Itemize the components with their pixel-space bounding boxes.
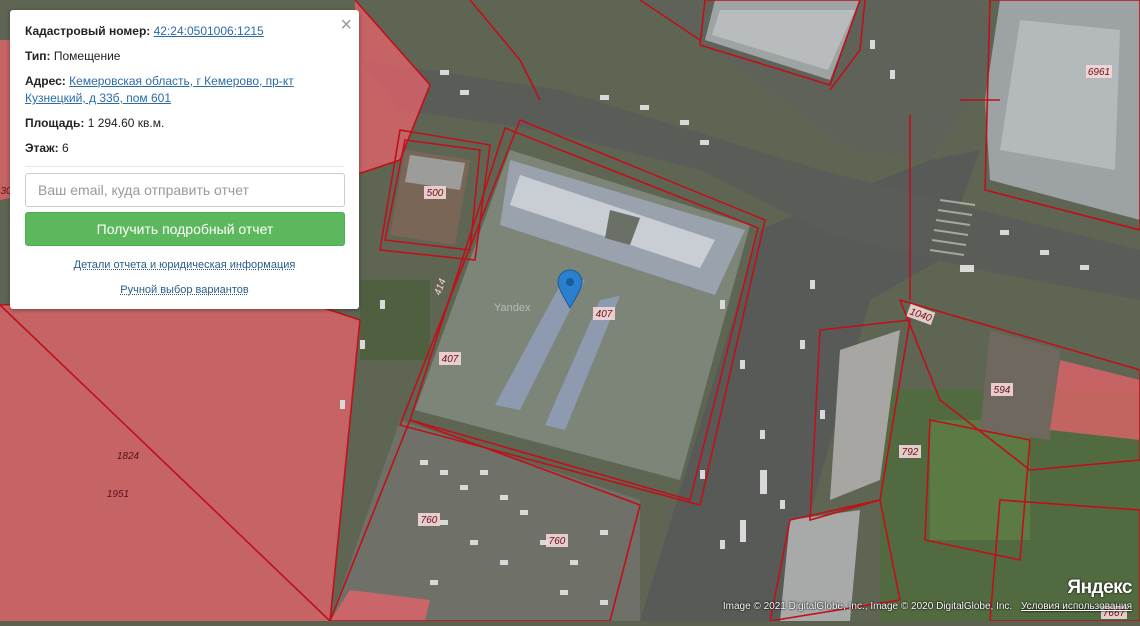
parcel-label: 760 <box>421 515 438 526</box>
get-report-button[interactable]: Получить подробный отчет <box>25 212 345 246</box>
area-row: Площадь: 1 294.60 кв.м. <box>25 115 344 132</box>
parcel-label: 760 <box>549 536 566 547</box>
address-link[interactable]: Кемеровская область, г Кемерово, пр-кт К… <box>25 74 294 105</box>
cadastral-number-link[interactable]: 42:24:0501006:1215 <box>154 24 264 38</box>
yandex-logo: Яндекс <box>1067 577 1132 598</box>
map-watermark: Yandex <box>494 302 531 314</box>
manual-selection-link[interactable]: Ручной выбор вариантов <box>25 284 344 296</box>
type-row: Тип: Помещение <box>25 48 344 65</box>
area-value: 1 294.60 кв.м. <box>87 116 165 130</box>
floor-label: Этаж: <box>25 141 59 155</box>
parcel-label: 407 <box>442 354 459 365</box>
attribution-text: Image © 2021 DigitalGlobe, Inc., Image ©… <box>722 601 1013 612</box>
parcel-label: 1951 <box>107 489 129 500</box>
email-input[interactable] <box>25 173 345 207</box>
type-label: Тип: <box>25 49 51 63</box>
parcel-label: 594 <box>994 385 1011 396</box>
address-label: Адрес: <box>25 74 66 88</box>
cadastral-label: Кадастровый номер: <box>25 24 151 38</box>
report-details-link[interactable]: Детали отчета и юридическая информация <box>25 259 344 271</box>
close-icon[interactable]: × <box>340 14 352 36</box>
parcel-label: 792 <box>902 447 919 458</box>
area-label: Площадь: <box>25 116 85 130</box>
floor-value: 6 <box>61 141 69 155</box>
parcel-label: 407 <box>596 309 613 320</box>
map-attribution: Image © 2021 DigitalGlobe, Inc., Image ©… <box>723 601 1132 612</box>
parcel-label: 1824 <box>117 451 140 462</box>
address-row: Адрес: Кемеровская область, г Кемерово, … <box>25 73 344 107</box>
cadastral-row: Кадастровый номер: 42:24:0501006:1215 <box>25 23 344 40</box>
type-value: Помещение <box>53 49 121 63</box>
divider <box>25 166 344 167</box>
parcel-label: 500 <box>427 188 444 199</box>
parcel-label: 6961 <box>1088 67 1110 78</box>
parcel-info-popup: × Кадастровый номер: 42:24:0501006:1215 … <box>10 10 359 309</box>
terms-link[interactable]: Условия использования <box>1021 601 1132 612</box>
floor-row: Этаж: 6 <box>25 140 344 157</box>
